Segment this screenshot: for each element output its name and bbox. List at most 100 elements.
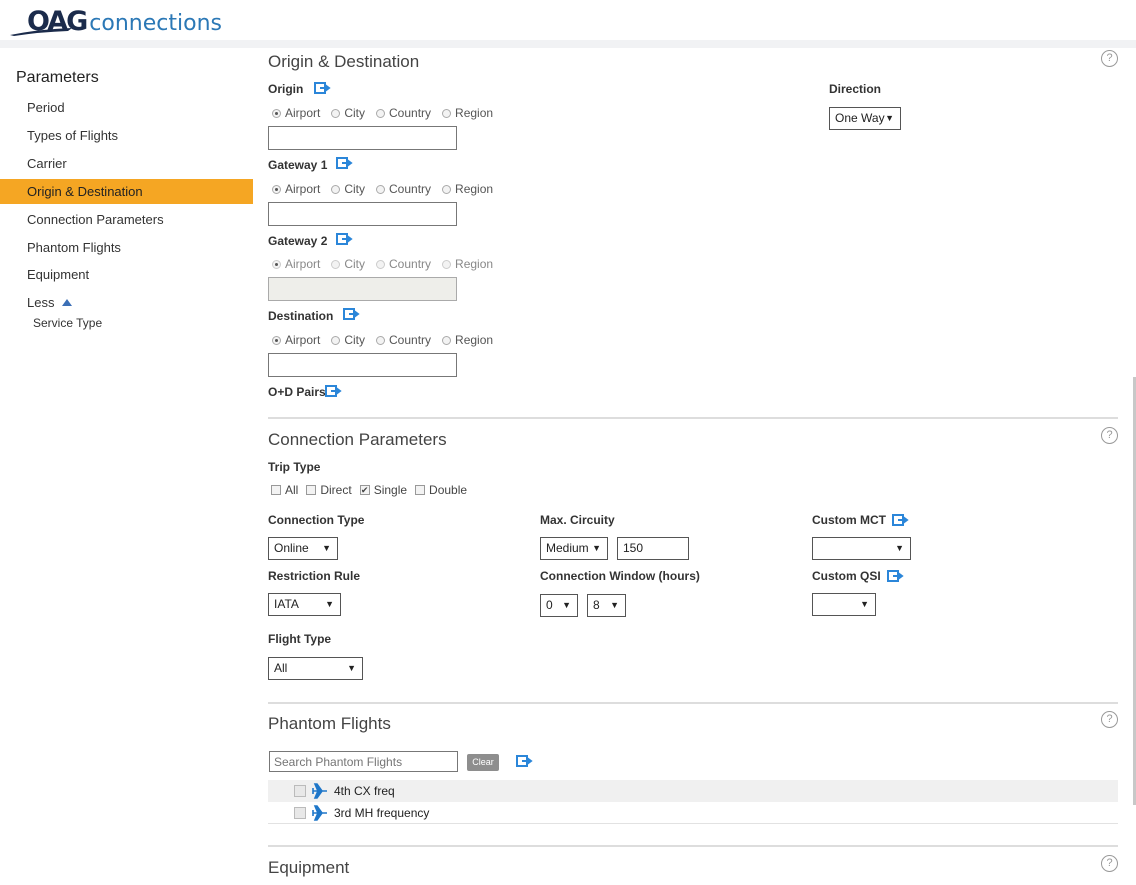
sidebar-item-phantom-flights[interactable]: Phantom Flights	[0, 235, 253, 260]
radio-label: Region	[455, 106, 494, 120]
import-icon[interactable]	[892, 514, 909, 526]
connection-type-select[interactable]: Online ▼	[268, 537, 338, 560]
connection-window-min-select[interactable]: 0 ▼	[540, 594, 578, 617]
radio-label: Country	[389, 106, 432, 120]
import-icon[interactable]	[343, 308, 360, 320]
radio-label: Region	[455, 182, 494, 196]
max-circuity-input[interactable]: 150	[617, 537, 689, 560]
sidebar-item-label: Connection Parameters	[27, 212, 164, 227]
radio-airport[interactable]	[272, 184, 281, 194]
phantom-flight-checkbox[interactable]	[294, 785, 306, 797]
help-icon[interactable]: ?	[1101, 50, 1118, 67]
chevron-down-icon: ▼	[347, 663, 356, 673]
direction-select[interactable]: One Way ▼	[829, 107, 901, 130]
custom-qsi-select[interactable]: ▼	[812, 593, 876, 616]
trip-type-label: Trip Type	[268, 460, 321, 474]
max-circuity-select[interactable]: Medium ▼	[540, 537, 608, 560]
help-icon[interactable]: ?	[1101, 427, 1118, 444]
radio-region[interactable]	[442, 335, 452, 345]
chevron-down-icon: ▼	[592, 543, 601, 553]
sidebar-item-origin-destination[interactable]: Origin & Destination	[0, 179, 253, 204]
checkbox-single[interactable]: ✔	[359, 485, 370, 495]
sidebar-item-period[interactable]: Period	[0, 95, 253, 120]
checkbox-direct[interactable]	[306, 485, 317, 495]
radio-airport[interactable]	[272, 335, 281, 345]
import-icon[interactable]	[336, 157, 353, 169]
connection-window-max-select[interactable]: 8 ▼	[587, 594, 626, 617]
import-icon[interactable]	[336, 233, 353, 245]
radio-label: Airport	[285, 257, 321, 271]
app-header: OAG connections	[0, 0, 1136, 40]
sidebar-title: Parameters	[16, 69, 99, 86]
sidebar-subitem-service-type[interactable]: Service Type	[33, 316, 102, 330]
flight-type-select[interactable]: All ▼	[268, 657, 363, 680]
sidebar-item-label: Origin & Destination	[27, 184, 143, 199]
sidebar-item-types-of-flights[interactable]: Types of Flights	[0, 123, 253, 148]
checkbox-double[interactable]	[415, 485, 426, 495]
checkbox-all[interactable]	[271, 485, 281, 495]
origin-input[interactable]	[268, 126, 457, 150]
import-icon[interactable]	[887, 570, 904, 582]
radio-label: City	[344, 333, 366, 347]
main-content: Origin & Destination ? Origin Airport Ci…	[253, 48, 1133, 885]
header-band	[0, 40, 1136, 48]
restriction-rule-select[interactable]: IATA ▼	[268, 593, 341, 616]
import-icon[interactable]	[325, 385, 342, 397]
radio-region	[442, 259, 452, 269]
connection-type-value: Online	[274, 541, 309, 555]
radio-region[interactable]	[442, 108, 452, 118]
radio-airport[interactable]	[272, 108, 281, 118]
radio-label: Country	[389, 257, 432, 271]
airplane-icon	[312, 805, 327, 821]
direction-label: Direction	[829, 82, 882, 96]
custom-mct-select[interactable]: ▼	[812, 537, 911, 560]
clear-button[interactable]: Clear	[467, 754, 499, 771]
logo-plane-swoosh-icon	[10, 28, 72, 36]
section-title-phantom-flights: Phantom Flights	[268, 714, 391, 733]
radio-country[interactable]	[376, 335, 386, 345]
flight-type-value: All	[274, 661, 288, 675]
phantom-flight-row[interactable]: 4th CX freq	[268, 780, 1118, 802]
section-divider	[268, 417, 1118, 419]
max-circuity-value: Medium	[546, 541, 589, 555]
gateway1-input[interactable]	[268, 202, 457, 226]
airplane-icon	[312, 783, 327, 799]
section-title-origin-destination: Origin & Destination	[268, 52, 420, 71]
phantom-flight-label: 4th CX freq	[334, 784, 395, 798]
sidebar-item-label: Types of Flights	[27, 128, 119, 143]
checkbox-label: All	[285, 483, 299, 497]
connection-window-min-value: 0	[546, 598, 553, 612]
radio-country	[376, 259, 386, 269]
radio-city[interactable]	[331, 184, 341, 194]
gateway1-type-radios: Airport City Country Region	[272, 182, 504, 196]
sidebar-item-carrier[interactable]: Carrier	[0, 151, 253, 176]
help-icon[interactable]: ?	[1101, 711, 1118, 728]
help-icon[interactable]: ?	[1101, 855, 1118, 872]
checkbox-label: Direct	[320, 483, 352, 497]
radio-country[interactable]	[376, 108, 386, 118]
sidebar-less-toggle[interactable]: Less	[0, 290, 253, 315]
chevron-down-icon: ▼	[885, 113, 894, 123]
radio-region[interactable]	[442, 184, 452, 194]
section-divider	[268, 702, 1118, 704]
sidebar-item-label: Equipment	[27, 267, 90, 282]
radio-city[interactable]	[331, 108, 341, 118]
import-icon[interactable]	[314, 82, 331, 94]
sidebar-item-connection-parameters[interactable]: Connection Parameters	[0, 207, 253, 232]
phantom-flights-search-input[interactable]	[269, 751, 458, 772]
origin-label: Origin	[268, 82, 304, 96]
phantom-flight-row[interactable]: 3rd MH frequency	[268, 802, 1118, 824]
phantom-flight-checkbox[interactable]	[294, 807, 306, 819]
section-divider	[268, 845, 1118, 847]
destination-input[interactable]	[268, 353, 457, 377]
import-icon[interactable]	[516, 755, 533, 767]
radio-label: City	[344, 106, 366, 120]
radio-country[interactable]	[376, 184, 386, 194]
list-divider	[268, 823, 1118, 824]
radio-city	[331, 259, 341, 269]
logo-connections-text: connections	[89, 11, 222, 36]
sidebar-item-equipment[interactable]: Equipment	[0, 262, 253, 287]
radio-city[interactable]	[331, 335, 341, 345]
connection-type-label: Connection Type	[268, 513, 365, 527]
parameters-sidebar: Parameters Period Types of Flights Carri…	[0, 48, 253, 885]
